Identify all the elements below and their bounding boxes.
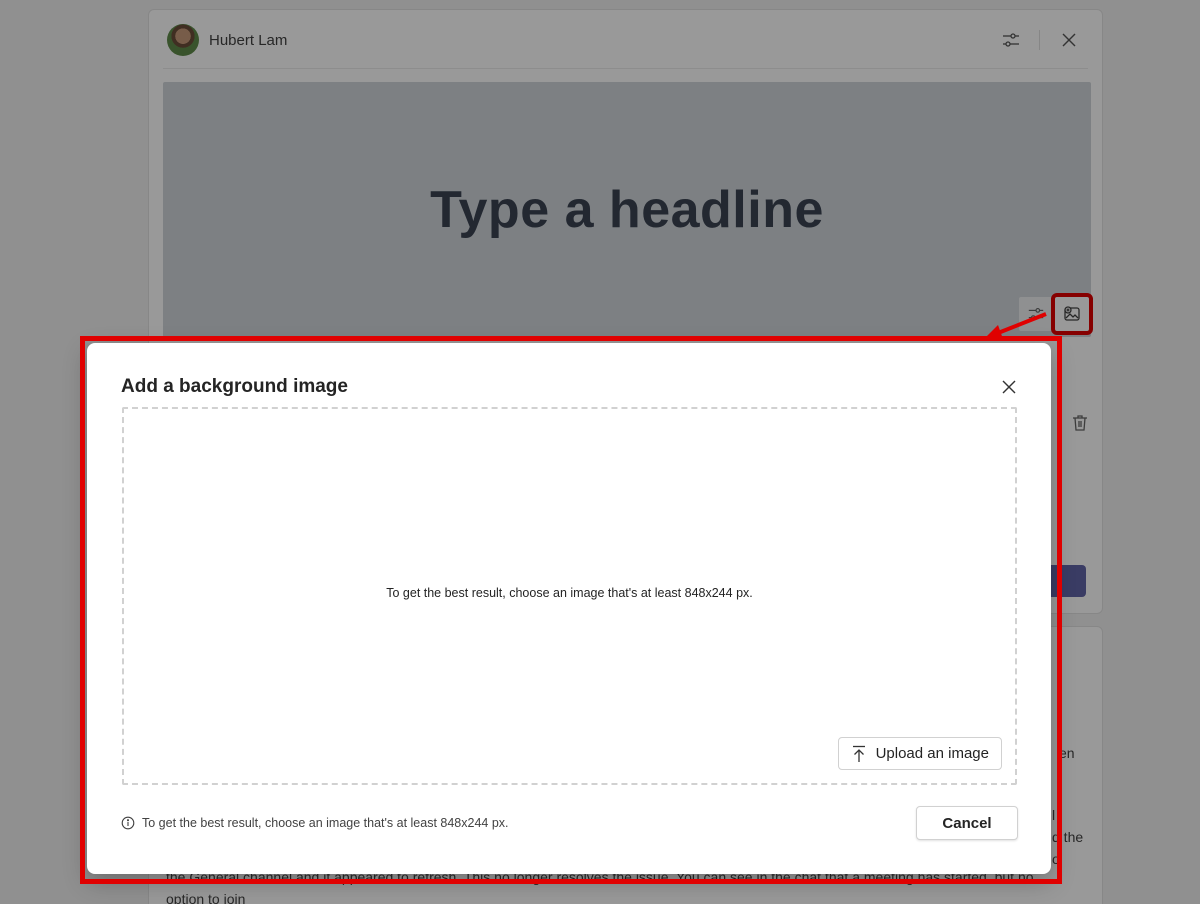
annotation-frame — [80, 336, 1062, 884]
